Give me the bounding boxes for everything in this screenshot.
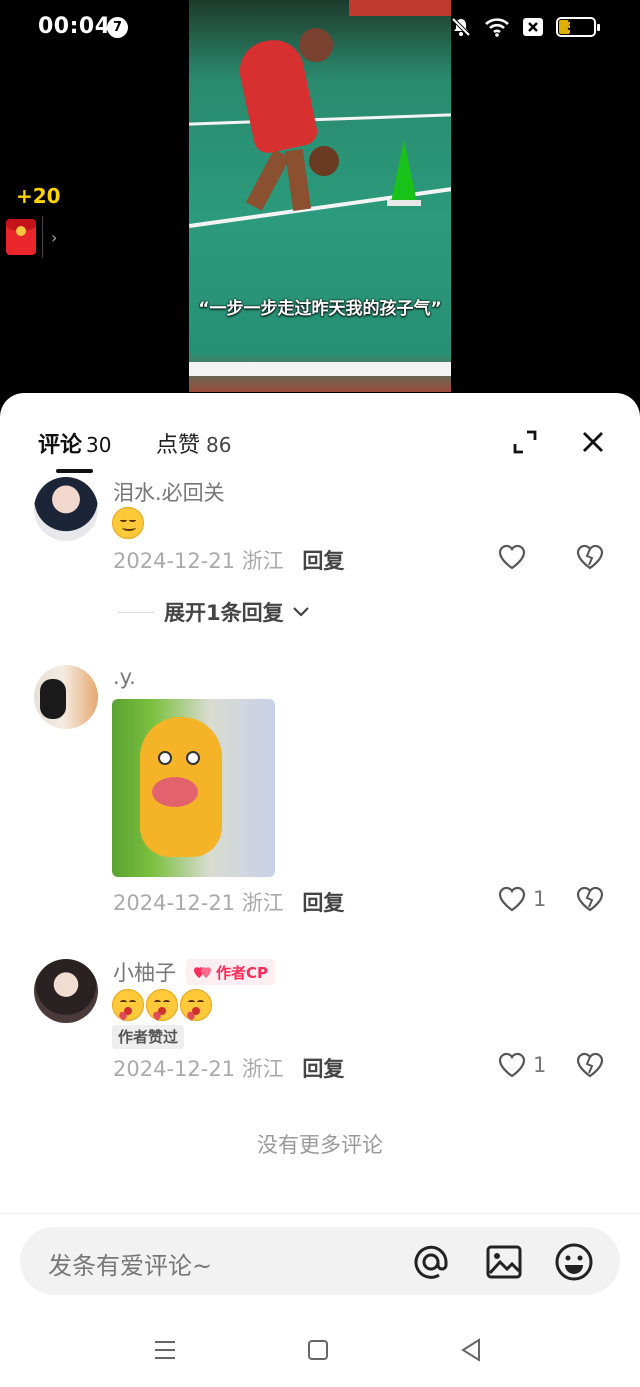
court-line [189,362,451,376]
kiss-emoji-icon [146,989,178,1021]
reward-divider [42,216,43,258]
like-button[interactable] [497,543,533,571]
author-cp-badge: 作者CP [186,959,276,985]
comment-meta: 2024-12-21 浙江 回复 [113,1053,344,1083]
sticker-eye [186,751,200,765]
expand-icon[interactable] [510,427,540,457]
avatar[interactable] [34,959,98,1023]
like-count: 1 [533,1053,547,1077]
menu-icon[interactable] [152,1337,178,1363]
emoji-icon[interactable] [553,1241,595,1283]
expand-replies-label: 展开1条回复 [164,601,284,625]
broken-heart-icon[interactable] [574,885,606,913]
broken-heart-icon[interactable] [574,1051,606,1079]
tab-likes[interactable]: 点赞 86 [156,427,231,459]
sim-off-icon [523,18,543,36]
sticker-tongue [152,777,198,807]
heart-icon[interactable] [497,1051,527,1079]
video-subtitle: “一步一步走过昨天我的孩子气” [198,299,442,319]
player-leg [284,149,312,211]
comment-date: 2024-12-21 [113,891,236,915]
comment-meta: 2024-12-21 浙江 回复 [113,887,344,917]
chevron-down-icon [292,607,309,617]
author-cp-label: 作者CP [216,963,269,982]
comment-item: .y. 2024-12-21 浙江 回复 1 [0,663,640,933]
home-icon[interactable] [305,1337,331,1363]
tab-likes-count: 86 [206,433,232,457]
comment-tabs: 评论 30 点赞 86 [0,393,640,475]
like-button[interactable]: 1 [497,885,546,913]
tab-likes-label: 点赞 [156,433,201,458]
comment-input[interactable]: 发条有爱评论~ [20,1227,620,1295]
avatar-figure [40,679,66,719]
tab-comments-label: 评论 [38,433,83,458]
at-icon[interactable] [410,1241,452,1283]
comment-item: 小柚子 作者CP 作者赞过 2024-12-21 浙江 回复 1 [0,955,640,1105]
image-icon[interactable] [483,1241,525,1283]
heart-icon[interactable] [497,885,527,913]
reward-count: +20 [16,184,61,208]
back-icon[interactable] [458,1337,484,1363]
status-icons: 30 [450,16,600,38]
comment-item: 泪水.必回关 2024-12-21 浙江 回复 展开1条回复 [0,473,640,643]
comment-location: 浙江 [241,891,284,915]
comment-author[interactable]: 小柚子 [113,957,176,987]
battery-level: 30 [566,19,586,34]
no-more-comments: 没有更多评论 [257,1133,383,1157]
mute-icon [451,17,471,37]
court-line [189,113,451,126]
comment-date: 2024-12-21 [113,549,236,573]
tab-comments[interactable]: 评论 30 [38,427,111,459]
broken-heart-icon[interactable] [574,543,606,571]
comment-location: 浙江 [241,549,284,573]
comment-emoji-row [112,507,144,539]
comment-meta: 2024-12-21 浙江 回复 [113,545,344,575]
status-time: 00:04 [38,14,111,39]
comments-sheet: 评论 30 点赞 86 泪水.必回关 2024-12-21 浙江 回复 展开1条… [0,393,640,1387]
kiss-emoji-icon [180,989,212,1021]
divider [0,1213,640,1214]
tab-comments-count: 30 [86,433,112,457]
comment-location: 浙江 [241,1057,284,1081]
screen: “一步一步走过昨天我的孩子气” +20 › 00:04 7 30 评论 30 点… [0,0,640,1387]
comment-date: 2024-12-21 [113,1057,236,1081]
expand-divider [118,611,154,613]
sticker-eye [158,751,172,765]
wifi-icon [485,18,509,37]
status-bar: 00:04 7 30 [0,0,640,56]
like-button[interactable]: 1 [497,1051,546,1079]
liked-by-author-badge: 作者赞过 [112,1025,185,1049]
red-envelope-icon[interactable] [6,219,36,255]
expand-replies-button[interactable]: 展开1条回复 [118,597,310,627]
avatar[interactable] [34,665,98,729]
reply-button[interactable]: 回复 [302,1057,344,1081]
notification-badge: 7 [107,17,128,38]
avatar[interactable] [34,477,98,541]
double-heart-icon [194,967,211,978]
comment-emoji-row [112,989,212,1021]
video-frame[interactable] [189,0,451,392]
sticker-image[interactable] [112,699,275,877]
training-cone [391,140,417,202]
comment-author[interactable]: 泪水.必回关 [113,477,225,507]
red-packet-reward[interactable]: +20 › [6,184,66,258]
close-icon[interactable] [578,427,608,457]
reward-row[interactable]: › [6,216,66,258]
player-leg [245,149,291,211]
heart-icon[interactable] [497,543,527,571]
smile-emoji-icon [112,507,144,539]
chevron-right-icon[interactable]: › [51,228,57,247]
comment-input-placeholder[interactable]: 发条有爱评论~ [48,1246,212,1281]
training-cone-base [387,200,421,206]
basketball [309,146,339,176]
comment-author[interactable]: .y. [113,665,136,689]
battery-icon: 30 [556,17,600,37]
system-nav-bar [0,1311,640,1387]
reply-button[interactable]: 回复 [302,891,344,915]
video-player[interactable]: “一步一步走过昨天我的孩子气” +20 › [0,0,640,400]
reply-button[interactable]: 回复 [302,549,344,573]
kiss-emoji-icon [112,989,144,1021]
like-count: 1 [533,887,547,911]
